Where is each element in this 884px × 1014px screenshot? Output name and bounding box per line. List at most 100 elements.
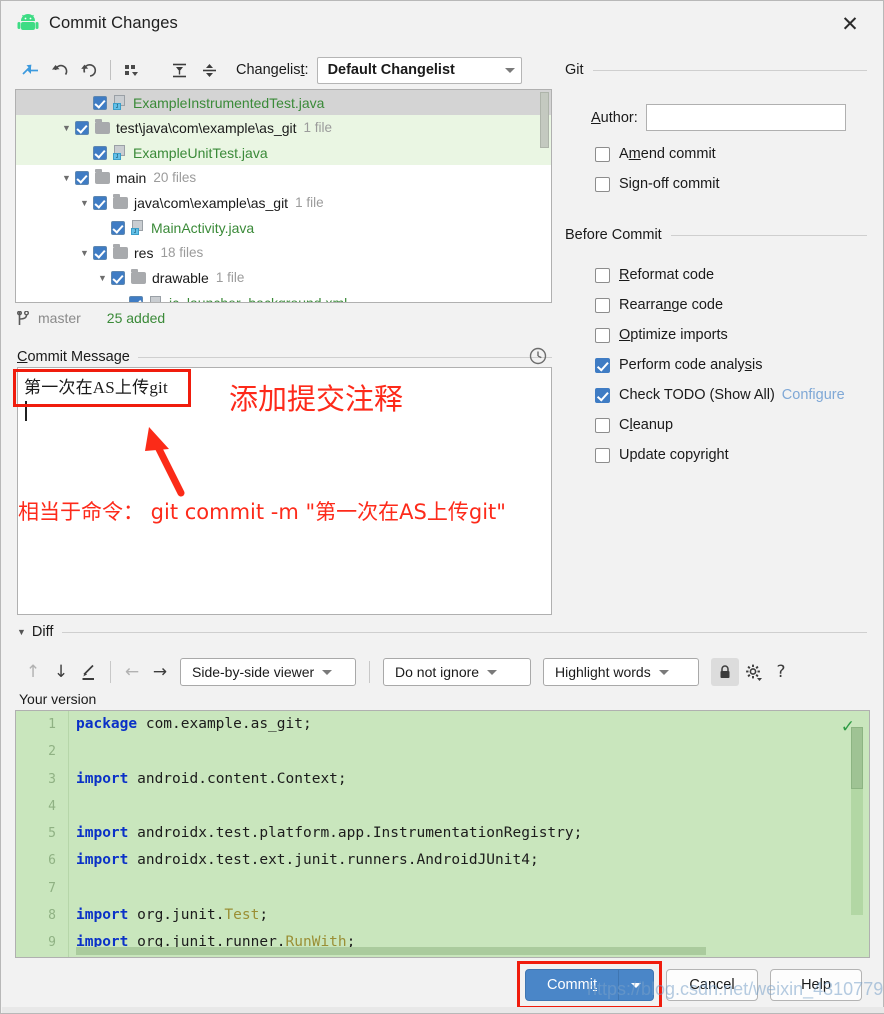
changelist-value: Default Changelist	[327, 62, 455, 78]
lock-icon[interactable]	[711, 658, 739, 686]
row-checkbox[interactable]	[75, 120, 89, 135]
code-line: import androidx.test.ext.junit.runners.A…	[76, 847, 869, 874]
checkbox-amend-commit[interactable]: Amend commit	[595, 143, 716, 165]
line-number: 8	[48, 908, 56, 924]
ignore-mode-dropdown[interactable]: Do not ignore	[383, 658, 531, 686]
commit-button-label: Commit	[547, 977, 597, 993]
checkbox-label: Rearrange code	[619, 297, 724, 313]
git-branch-icon	[17, 310, 30, 326]
expand-twisty-icon[interactable]: ▼	[76, 248, 93, 258]
tree-row[interactable]: ▼ drawable 1 file	[16, 265, 551, 290]
checkbox-perform-code-analysis[interactable]: Perform code analysis	[595, 354, 762, 376]
author-field[interactable]	[645, 104, 846, 131]
row-checkbox[interactable]	[75, 170, 89, 185]
highlight-mode-dropdown[interactable]: Highlight words	[543, 658, 699, 686]
checkbox-sign-off-commit[interactable]: Sign-off commit	[595, 173, 720, 195]
checkbox-indicator[interactable]	[595, 447, 610, 463]
checkbox-indicator[interactable]	[595, 387, 610, 403]
expand-twisty-icon[interactable]: ▼	[58, 173, 75, 183]
checkbox-indicator[interactable]	[595, 297, 610, 313]
checkbox-optimize-imports[interactable]: Optimize imports	[595, 324, 728, 346]
diff-collapse-twisty[interactable]: ▼	[17, 627, 26, 637]
tree-row[interactable]: ic_launcher_background.xml	[16, 290, 551, 302]
row-checkbox[interactable]	[111, 220, 125, 235]
code-horizontal-scrollbar[interactable]	[76, 947, 706, 955]
diff-code-editor[interactable]: 1 2 3 4 5 6 7 8 9 package com.example.as_git; im…	[15, 710, 870, 958]
accept-right-icon[interactable]: →	[146, 658, 174, 686]
author-label: Author:	[591, 109, 638, 126]
changed-files-tree[interactable]: J ExampleInstrumentedTest.java ▼ test\java\…	[15, 89, 552, 303]
question-mark-icon[interactable]: ?	[767, 658, 795, 686]
row-label: drawable	[152, 269, 209, 286]
checkbox-indicator[interactable]	[595, 327, 610, 343]
tree-row[interactable]: J ExampleUnitTest.java	[16, 140, 551, 165]
tree-row[interactable]: ▼ main 20 files	[16, 165, 551, 190]
checkbox-indicator[interactable]	[595, 176, 610, 192]
row-file-count: 20 files	[153, 170, 197, 185]
previous-difference-icon[interactable]: ↑	[19, 658, 47, 686]
expand-twisty-icon[interactable]: ▼	[76, 198, 93, 208]
tree-row[interactable]: ▼ res 18 files	[16, 240, 551, 265]
refresh-icon[interactable]	[75, 56, 105, 84]
row-checkbox[interactable]	[111, 270, 125, 285]
viewer-mode-dropdown[interactable]: Side-by-side viewer	[180, 658, 356, 686]
header-rule	[137, 356, 552, 358]
checkbox-cleanup[interactable]: Cleanup	[595, 414, 673, 436]
line-number: 4	[48, 798, 56, 814]
folder-icon	[131, 268, 146, 284]
cancel-button[interactable]: Cancel	[666, 969, 758, 1001]
row-label: test\java\com\example\as_git	[116, 119, 297, 136]
commit-dropdown-button[interactable]	[618, 969, 654, 1001]
folder-icon	[113, 193, 128, 209]
next-difference-icon[interactable]: ↓	[47, 658, 75, 686]
commit-button[interactable]: Commit	[525, 969, 619, 1001]
row-checkbox[interactable]	[93, 145, 107, 160]
commit-message-header: Commit Message	[17, 348, 552, 366]
tree-scrollbar[interactable]	[540, 92, 549, 148]
tree-row[interactable]: J MainActivity.java	[16, 215, 551, 240]
checkbox-reformat-code[interactable]: Reformat code	[595, 264, 714, 286]
help-button[interactable]: Help	[770, 969, 862, 1001]
checkbox-label: Check TODO (Show All)	[619, 387, 775, 403]
tree-row[interactable]: J ExampleInstrumentedTest.java	[16, 90, 551, 115]
row-checkbox[interactable]	[93, 195, 107, 210]
checkbox-label: Update copyright	[619, 447, 729, 463]
expand-twisty-icon[interactable]: ▼	[94, 273, 111, 283]
accept-left-icon[interactable]: ←	[118, 658, 146, 686]
tree-row[interactable]: ▼ java\com\example\as_git 1 file	[16, 190, 551, 215]
row-checkbox[interactable]	[129, 295, 143, 302]
collapse-all-icon[interactable]	[194, 56, 224, 84]
expand-all-icon[interactable]	[164, 56, 194, 84]
row-checkbox[interactable]	[93, 95, 107, 110]
checkbox-rearrange-code[interactable]: Rearrange code	[595, 294, 723, 316]
chevron-down-icon	[487, 669, 498, 675]
group-by-icon[interactable]	[116, 56, 146, 84]
revert-icon[interactable]	[45, 56, 75, 84]
line-number: 3	[48, 771, 56, 787]
tree-row[interactable]: ▼ test\java\com\example\as_git 1 file	[16, 115, 551, 140]
gear-icon[interactable]	[739, 658, 767, 686]
chevron-down-icon	[504, 67, 515, 73]
red-arrow-icon	[141, 425, 201, 497]
code-line: import org.junit.Test;	[76, 902, 869, 929]
history-clock-icon[interactable]	[528, 346, 548, 366]
row-checkbox[interactable]	[93, 245, 107, 260]
configure-link[interactable]: Configure	[782, 387, 845, 403]
expand-twisty-icon[interactable]: ▼	[58, 123, 75, 133]
checkbox-indicator[interactable]	[595, 146, 610, 162]
checkbox-update-copyright[interactable]: Update copyright	[595, 444, 729, 466]
checkbox-indicator[interactable]	[595, 357, 610, 373]
checkbox-indicator[interactable]	[595, 267, 610, 283]
show-diff-icon[interactable]	[15, 56, 45, 84]
changelist-dropdown[interactable]: Default Changelist	[316, 56, 522, 84]
edit-source-icon[interactable]	[75, 658, 103, 686]
checkbox-label: Sign-off commit	[619, 176, 720, 192]
code-token: Test	[224, 907, 260, 924]
close-icon[interactable]: ✕	[831, 9, 869, 39]
checkbox-check-todo[interactable]: Check TODO (Show All) Configure	[595, 384, 845, 406]
toolbar-divider	[369, 661, 370, 683]
checkbox-indicator[interactable]	[595, 417, 610, 433]
changelist-label: Changelist:	[236, 62, 309, 78]
ignore-mode-value: Do not ignore	[395, 664, 480, 680]
line-number-gutter: 1 2 3 4 5 6 7 8 9	[16, 711, 69, 957]
